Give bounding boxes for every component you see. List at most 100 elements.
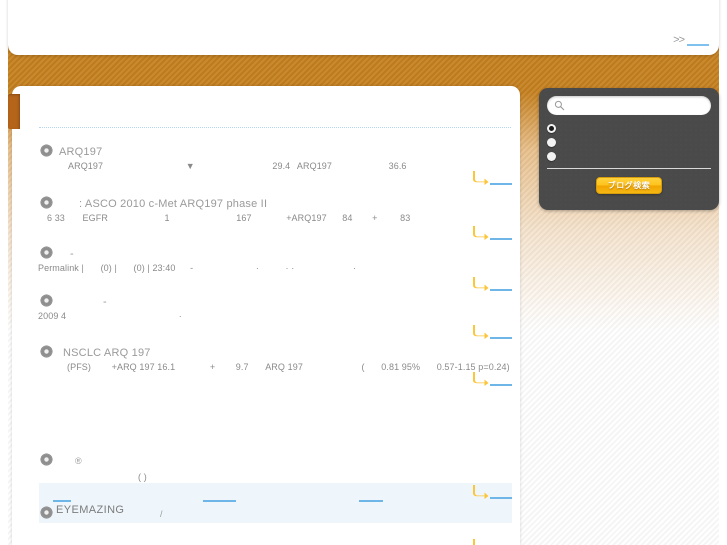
meta-part: ( (361, 362, 365, 372)
search-icon (554, 100, 565, 111)
blog-search-widget: ブログ検索 (539, 88, 719, 210)
radio-button-icon[interactable] (547, 151, 556, 161)
bullet-circle-icon (41, 197, 52, 208)
radio-button-icon[interactable] (547, 137, 556, 147)
entry-more-link[interactable] (490, 329, 512, 339)
meta-part: Permalink | (38, 263, 84, 273)
widget-divider (547, 168, 711, 169)
curved-arrow-icon (473, 277, 489, 291)
entry-header: ® (12, 453, 520, 468)
top-card: >> (8, 0, 719, 55)
entry-header: - (12, 294, 520, 309)
promo-link-3[interactable] (359, 493, 383, 502)
list-item[interactable]: / (12, 506, 520, 545)
entry-meta: Permalink | (0) | (0) | 23:40 - · · · · (12, 263, 520, 273)
meta-part: ARQ197 (68, 161, 104, 171)
entry-more-link[interactable] (490, 281, 512, 291)
meta-part: 167 (236, 213, 252, 223)
entry-more-link[interactable] (490, 175, 512, 185)
right-gutter (719, 0, 727, 545)
entry-header: - (12, 246, 520, 261)
meta-part: - (190, 263, 194, 273)
top-more-link-group[interactable]: >> (673, 34, 709, 46)
meta-part: · · (285, 263, 295, 273)
radio-button-selected-icon[interactable] (547, 123, 556, 133)
curved-arrow-icon (473, 171, 489, 185)
entry-more-link-group[interactable] (472, 324, 512, 339)
entry-more-link[interactable] (490, 489, 512, 499)
search-scope-option-2[interactable] (547, 135, 711, 149)
page-root: >> ARQ197 ARQ197 ▼ 29.4 ARQ197 36.6: AS… (0, 0, 727, 545)
meta-part: + (209, 362, 216, 372)
entry-more-link-group[interactable] (472, 371, 512, 386)
search-input[interactable] (568, 98, 704, 113)
curved-arrow-icon (473, 226, 489, 240)
list-item[interactable]: NSCLC ARQ 197 (PFS) +ARQ 197 16.1 + 9.7 … (12, 345, 520, 386)
meta-part: 83 (400, 213, 411, 223)
bullet-circle-icon (41, 454, 52, 465)
entry-title[interactable]: / (41, 509, 163, 519)
list-item[interactable]: ARQ197 ARQ197 ▼ 29.4 ARQ197 36.6 (12, 144, 520, 185)
search-scope-radio-group[interactable] (547, 121, 711, 163)
meta-part: ARQ197 (296, 161, 333, 171)
promo-link-2[interactable] (203, 493, 236, 502)
list-item[interactable]: - 2009 4 · (12, 294, 520, 339)
meta-part: · (178, 311, 182, 321)
search-scope-option-3[interactable] (547, 149, 711, 163)
entry-meta: 6 33 EGFR 1 167 +ARQ197 84 + 83 (12, 213, 520, 223)
meta-part: +ARQ 197 16.1 (111, 362, 176, 372)
entry-more-link-group[interactable] (472, 484, 512, 499)
entry-title[interactable]: : ASCO 2010 c-Met ARQ197 phase II (41, 198, 267, 210)
meta-part: ▼ (185, 161, 195, 171)
list-item[interactable]: ® ( ) (12, 453, 520, 499)
bullet-circle-icon (41, 247, 52, 258)
entry-more-link[interactable] (490, 230, 512, 240)
list-item[interactable]: - Permalink | (0) | (0) | 23:40 - · · · … (12, 246, 520, 291)
meta-part: 84 (342, 213, 353, 223)
meta-part: (0) | 23:40 (133, 263, 176, 273)
meta-part: (0) | (100, 263, 117, 273)
entry-title[interactable]: NSCLC ARQ 197 (41, 347, 151, 359)
meta-part: 29.4 (272, 161, 291, 171)
curved-arrow-icon (473, 485, 489, 499)
curved-arrow-icon (473, 325, 489, 339)
promo-link-row (39, 483, 512, 502)
search-box[interactable] (547, 96, 711, 115)
curved-arrow-icon (473, 539, 475, 545)
meta-part: ( ) (138, 472, 147, 482)
bullet-circle-icon (41, 145, 52, 156)
entry-meta: ARQ197 ▼ 29.4 ARQ197 36.6 (12, 161, 520, 171)
meta-part: 9.7 (235, 362, 249, 372)
promo-link-1[interactable] (53, 493, 71, 502)
meta-part: EGFR (82, 213, 108, 223)
meta-part: · (352, 263, 357, 273)
entry-more-link-group[interactable] (472, 225, 512, 240)
entry-meta: ( ) (12, 472, 520, 482)
entry-more-link-group[interactable] (472, 170, 512, 185)
entry-more-link[interactable] (490, 376, 512, 386)
entry-more-link-group[interactable] (472, 276, 512, 291)
bullet-circle-icon (41, 346, 52, 357)
sidebar-ribbon-tab (8, 94, 20, 129)
entry-meta: (PFS) +ARQ 197 16.1 + 9.7 ARQ 197 ( 0.81… (12, 362, 520, 372)
entry-header: ARQ197 (12, 144, 520, 159)
main-content-card: ARQ197 ARQ197 ▼ 29.4 ARQ197 36.6: ASCO … (12, 86, 520, 545)
meta-part: 36.6 (388, 161, 407, 171)
search-scope-option-1[interactable] (547, 121, 711, 135)
meta-part: + (372, 213, 378, 223)
top-more-link[interactable] (687, 35, 709, 46)
list-item[interactable]: : ASCO 2010 c-Met ARQ197 phase II 6 33 E… (12, 196, 520, 240)
search-button-row: ブログ検索 (547, 177, 711, 194)
curved-arrow-icon (473, 372, 489, 386)
meta-part: (PFS) (67, 362, 91, 372)
bullet-circle-icon (41, 507, 52, 518)
meta-part: 6 33 (47, 213, 65, 223)
entry-header: : ASCO 2010 c-Met ARQ197 phase II (12, 196, 520, 211)
meta-part: · (255, 263, 259, 273)
entry-more-link-group[interactable] (472, 538, 512, 545)
entry-header: NSCLC ARQ 197 (12, 345, 520, 360)
meta-part: ARQ 197 (265, 362, 303, 372)
blog-search-button[interactable]: ブログ検索 (596, 177, 662, 194)
meta-part: 1 (164, 213, 170, 223)
bullet-circle-icon (41, 295, 52, 306)
